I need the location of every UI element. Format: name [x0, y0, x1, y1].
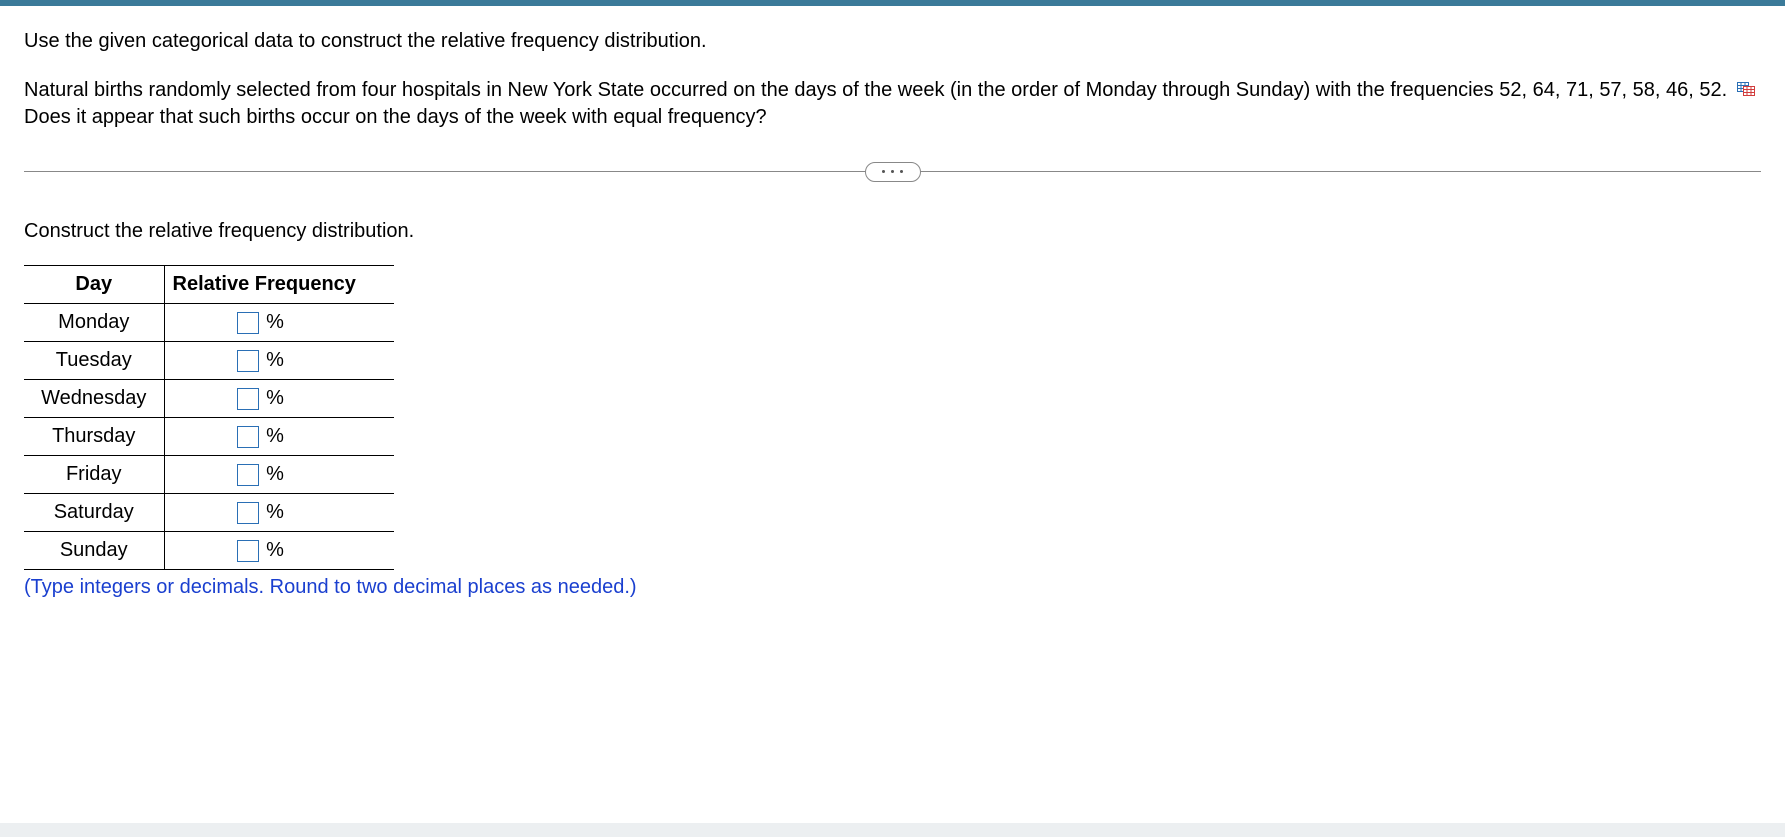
relative-freq-cell: %: [164, 494, 394, 532]
table-row: Monday %: [24, 304, 394, 342]
day-label: Wednesday: [24, 380, 164, 418]
footer-bar: [0, 823, 1785, 837]
input-hint: (Type integers or decimals. Round to two…: [24, 576, 1761, 599]
expand-toggle[interactable]: [865, 162, 921, 182]
day-label: Saturday: [24, 494, 164, 532]
question-body: Natural births randomly selected from fo…: [24, 77, 1761, 131]
day-label: Tuesday: [24, 342, 164, 380]
relative-freq-cell: %: [164, 456, 394, 494]
data-table-icon[interactable]: [1737, 77, 1755, 104]
table-row: Sunday %: [24, 532, 394, 570]
question-body-pre: Natural births randomly selected from fo…: [24, 79, 1727, 101]
day-label: Sunday: [24, 532, 164, 570]
table-row: Tuesday %: [24, 342, 394, 380]
table-row: Thursday %: [24, 418, 394, 456]
percent-label: %: [266, 501, 284, 523]
percent-label: %: [266, 349, 284, 371]
table-header-row: Day Relative Frequency: [24, 266, 394, 304]
header-day: Day: [24, 266, 164, 304]
answer-input-saturday[interactable]: [237, 502, 259, 524]
table-row: Wednesday %: [24, 380, 394, 418]
question-body-post: Does it appear that such births occur on…: [24, 106, 767, 128]
section-divider: [24, 171, 1761, 172]
relative-freq-cell: %: [164, 532, 394, 570]
relative-freq-cell: %: [164, 418, 394, 456]
answer-input-sunday[interactable]: [237, 540, 259, 562]
percent-label: %: [266, 425, 284, 447]
header-relative-frequency: Relative Frequency: [164, 266, 394, 304]
section-prompt: Construct the relative frequency distrib…: [24, 220, 1761, 243]
relative-freq-cell: %: [164, 304, 394, 342]
relative-freq-cell: %: [164, 380, 394, 418]
frequency-table: Day Relative Frequency Monday % Tuesday …: [24, 265, 394, 570]
percent-label: %: [266, 463, 284, 485]
percent-label: %: [266, 539, 284, 561]
table-row: Saturday %: [24, 494, 394, 532]
relative-freq-cell: %: [164, 342, 394, 380]
table-row: Friday %: [24, 456, 394, 494]
percent-label: %: [266, 311, 284, 333]
question-intro: Use the given categorical data to constr…: [24, 28, 1761, 55]
answer-input-tuesday[interactable]: [237, 350, 259, 372]
percent-label: %: [266, 387, 284, 409]
day-label: Monday: [24, 304, 164, 342]
answer-input-monday[interactable]: [237, 312, 259, 334]
answer-input-friday[interactable]: [237, 464, 259, 486]
day-label: Friday: [24, 456, 164, 494]
day-label: Thursday: [24, 418, 164, 456]
question-content: Use the given categorical data to constr…: [0, 6, 1785, 679]
answer-input-thursday[interactable]: [237, 426, 259, 448]
answer-input-wednesday[interactable]: [237, 388, 259, 410]
